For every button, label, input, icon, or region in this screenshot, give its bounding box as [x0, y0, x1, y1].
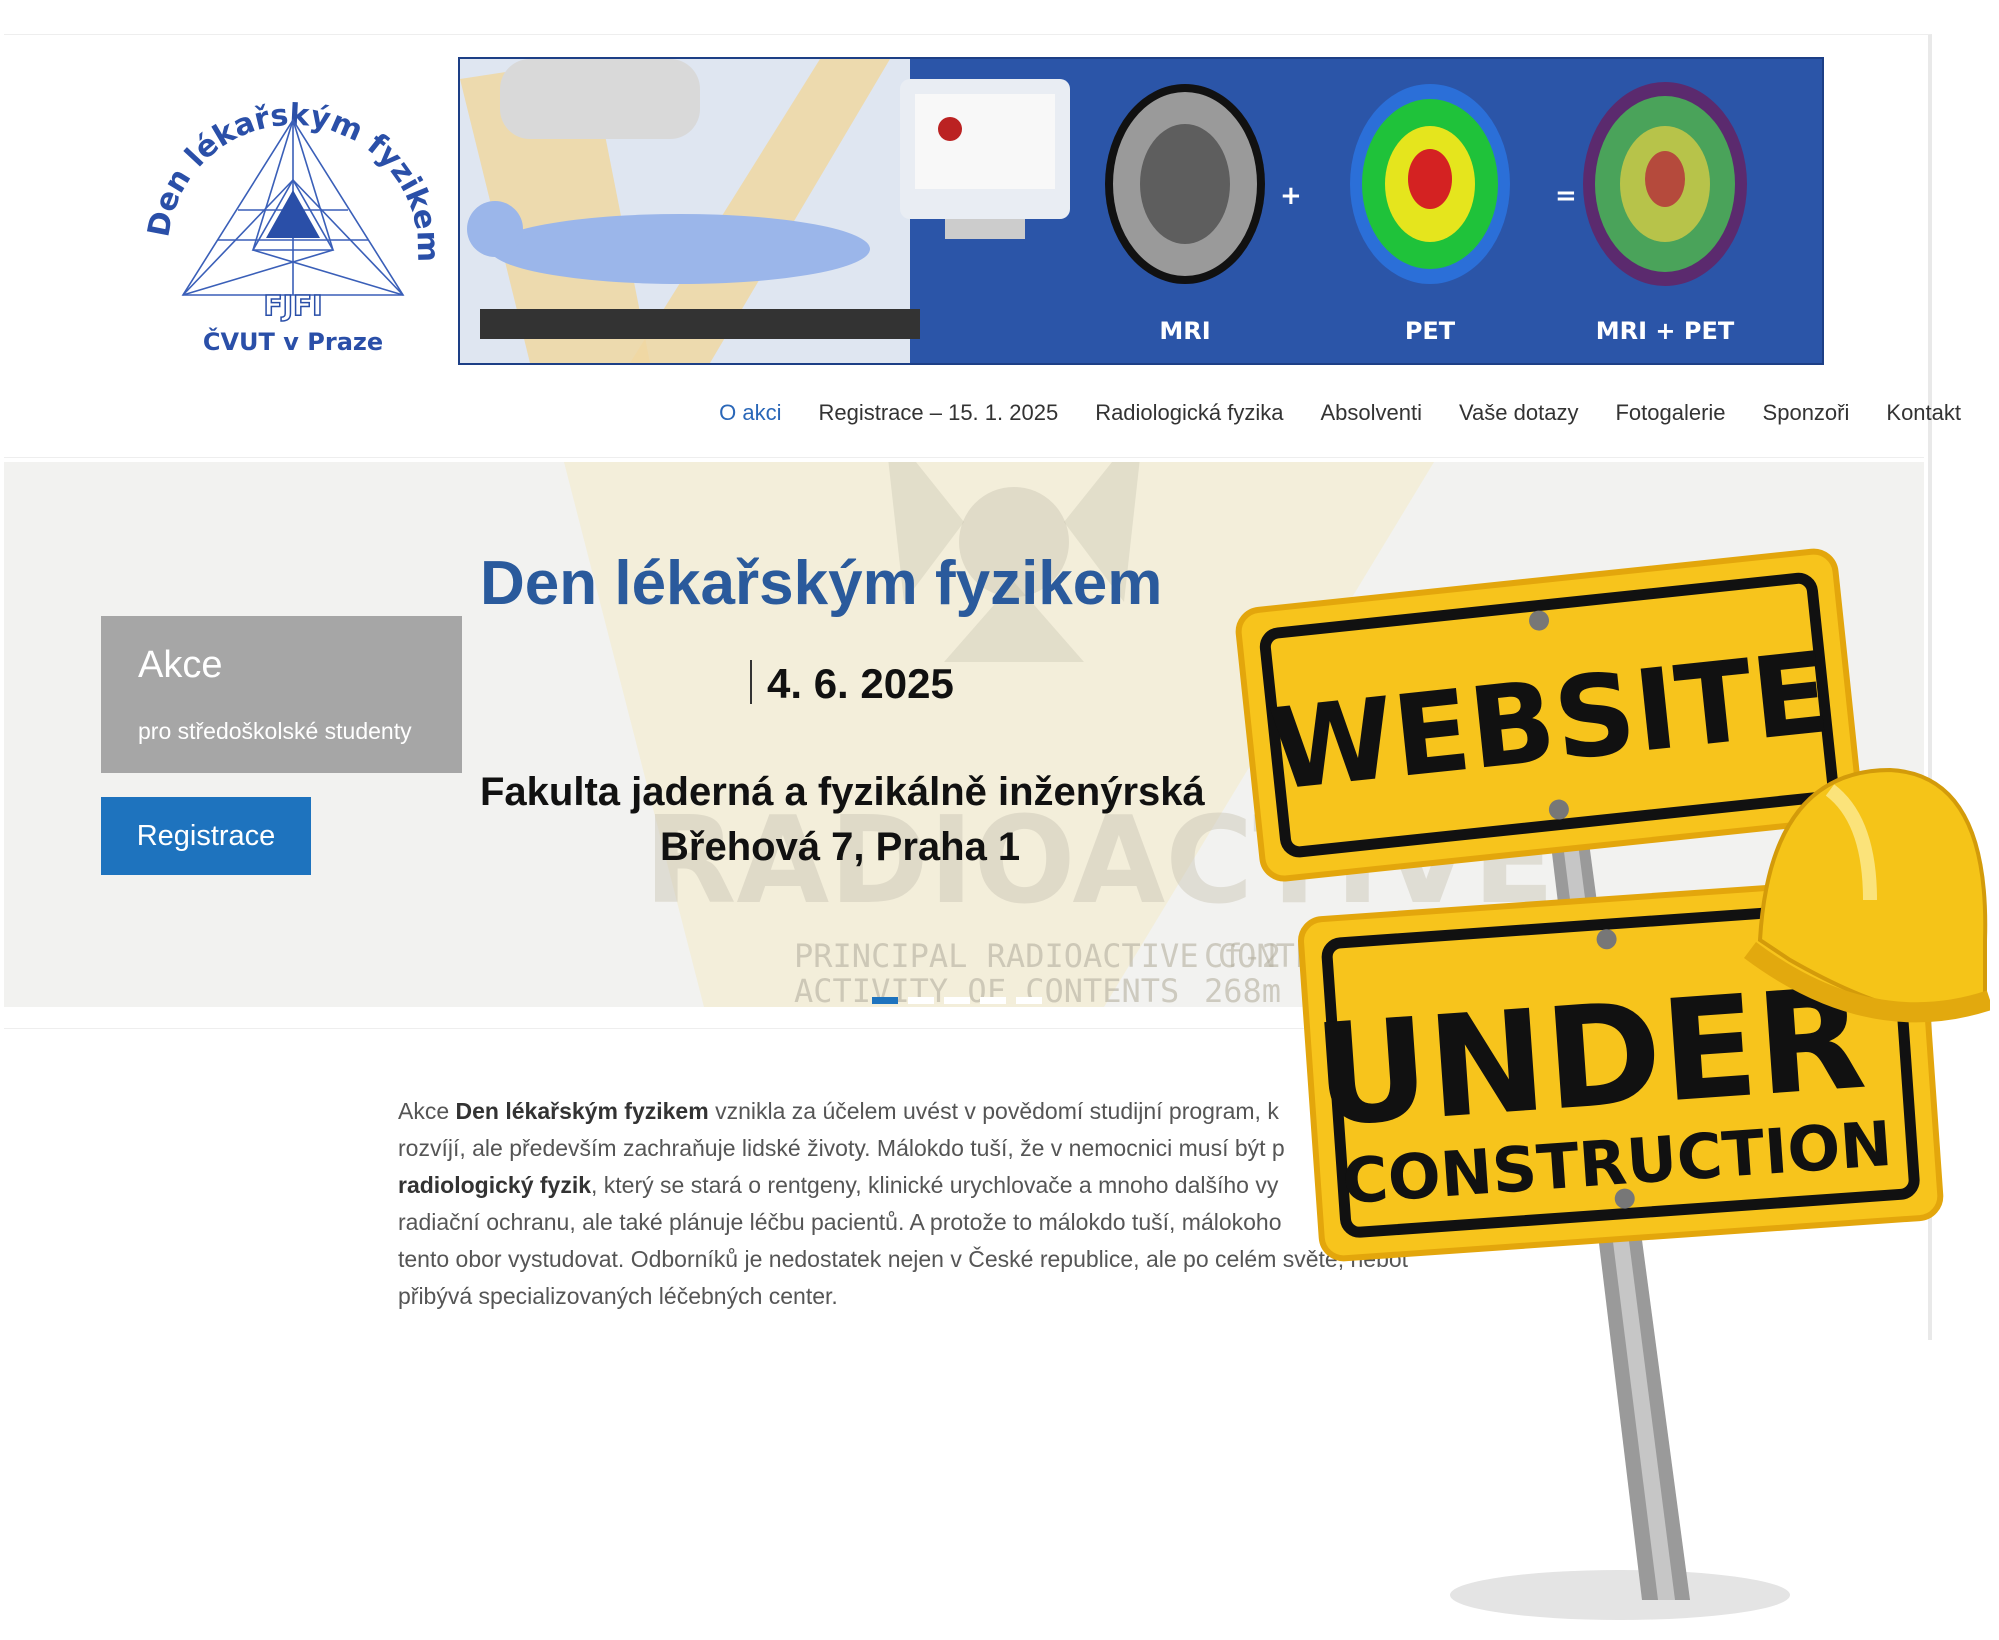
hero-address: Břehová 7, Praha 1 [660, 825, 1021, 869]
nav-item-absolventi[interactable]: Absolventi [1321, 400, 1423, 426]
event-info-box: Akce pro středoškolské studenty [101, 616, 462, 773]
intro-bold-radiologic-physicist: radiologický fyzik [398, 1172, 592, 1198]
sign-shadow [1450, 1570, 1790, 1620]
slider-dots [872, 997, 1042, 1004]
banner-equals: = [1555, 181, 1577, 211]
under-construction-sign: WEBSITE UNDER CONSTRUCTION [1235, 548, 1990, 1620]
header-banner: + = MRI PET MRI + PET [458, 57, 1824, 365]
banner-label-mri-pet: MRI + PET [1596, 317, 1735, 345]
site-logo[interactable]: Den lékařským fyzikem FJFI ČVUT v Praze [138, 60, 448, 360]
slider-dot-3[interactable] [944, 997, 970, 1004]
banner-label-mri: MRI [1159, 317, 1210, 345]
hero-title: Den lékařským fyzikem [480, 549, 1163, 618]
slider-dot-2[interactable] [908, 997, 934, 1004]
main-nav: O akci Registrace – 15. 1. 2025 Radiolog… [719, 400, 1961, 426]
intro-text-3: rozvíjí, ale především zachraňuje lidské… [398, 1135, 1285, 1161]
intro-text-7: přibývá specializovaných léčebných cente… [398, 1283, 838, 1309]
nav-item-fotogalerie[interactable]: Fotogalerie [1615, 400, 1725, 426]
banner-label-pet: PET [1405, 317, 1456, 345]
hero-date-divider [750, 660, 752, 704]
slider-dot-1[interactable] [872, 997, 898, 1004]
nav-divider [4, 457, 1924, 458]
logo-faculty: FJFI [263, 289, 322, 322]
banner-plus: + [1280, 181, 1302, 211]
event-info-subtitle: pro středoškolské studenty [138, 718, 412, 744]
nav-item-radiologicka-fyzika[interactable]: Radiologická fyzika [1095, 400, 1283, 426]
register-button[interactable]: Registrace [101, 797, 311, 875]
slider-dot-5[interactable] [1016, 997, 1042, 1004]
intro-text-2: vznikla za účelem uvést v povědomí studi… [708, 1098, 1279, 1124]
nav-item-vase-dotazy[interactable]: Vaše dotazy [1459, 400, 1578, 426]
logo-university: ČVUT v Praze [203, 326, 383, 356]
intro-text-5: radiační ochranu, ale také plánuje léčbu… [398, 1209, 1282, 1235]
banner-fused-brain [1583, 82, 1747, 286]
event-info-title: Akce [138, 644, 223, 686]
intro-bold-event-name: Den lékařským fyzikem [455, 1098, 709, 1124]
nav-item-o-akci[interactable]: O akci [719, 400, 781, 426]
intro-text-1: Akce [398, 1098, 456, 1124]
banner-couch [480, 309, 920, 339]
slider-dot-4[interactable] [980, 997, 1006, 1004]
nav-item-sponzori[interactable]: Sponzoři [1763, 400, 1850, 426]
nav-item-registrace[interactable]: Registrace – 15. 1. 2025 [818, 400, 1058, 426]
intro-text-4: , který se stará o rentgeny, klinické ur… [591, 1172, 1279, 1198]
banner-pet-brain [1350, 84, 1510, 284]
hero-faculty: Fakulta jaderná a fyzikálně inženýrská [480, 770, 1205, 814]
banner-patient [490, 214, 870, 284]
sign-board-website: WEBSITE [1235, 548, 1863, 882]
nav-item-kontakt[interactable]: Kontakt [1886, 400, 1961, 426]
hero-date: 4. 6. 2025 [767, 660, 954, 707]
banner-mri-brain [1105, 84, 1265, 284]
